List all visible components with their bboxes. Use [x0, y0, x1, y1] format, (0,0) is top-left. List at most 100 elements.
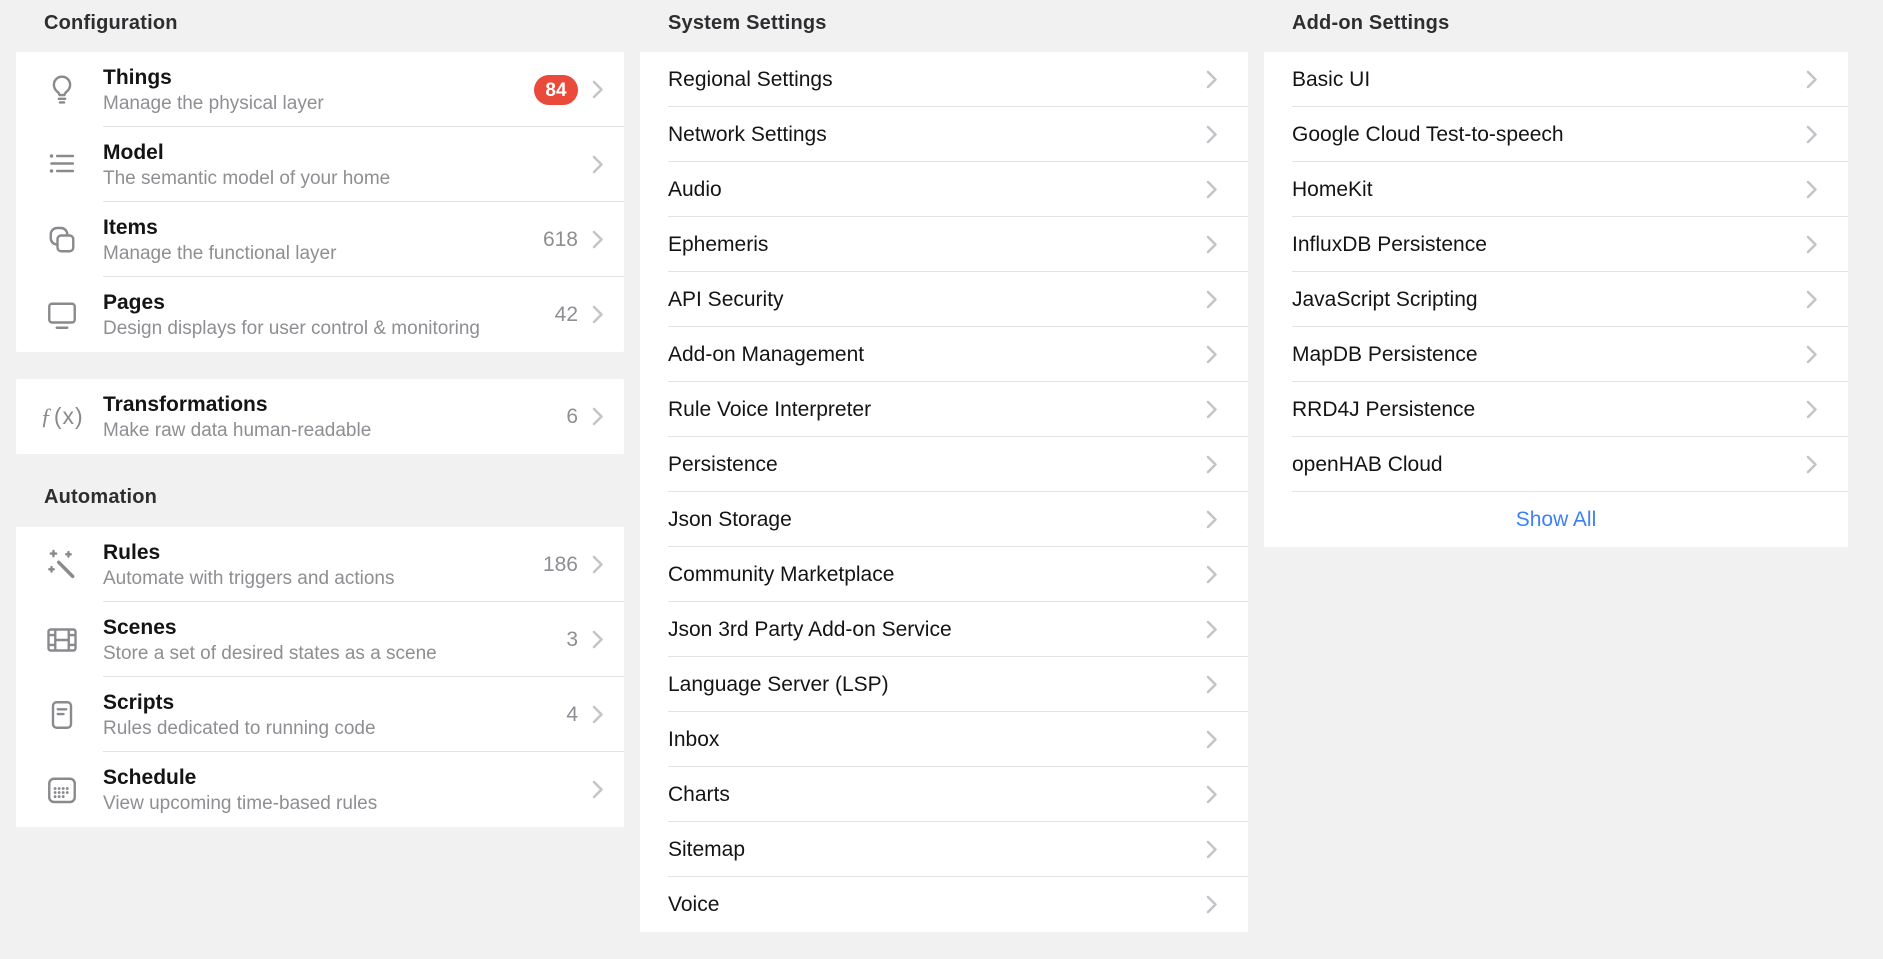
- addon-settings-header: Add-on Settings: [1292, 12, 1848, 35]
- row-label: Charts: [668, 783, 730, 807]
- system-setting-row-9[interactable]: Community Marketplace: [640, 547, 1248, 602]
- chevron-right-icon: [592, 407, 604, 426]
- config-item-things[interactable]: Things Manage the physical layer 84: [16, 52, 624, 127]
- item-desc: Make raw data human-readable: [103, 418, 566, 443]
- chevron-right-icon: [1806, 235, 1818, 254]
- item-desc: Store a set of desired states as a scene: [103, 641, 566, 666]
- item-label: Rules: [103, 539, 543, 566]
- item-label: Transformations: [103, 391, 566, 418]
- row-label: Community Marketplace: [668, 563, 894, 587]
- chevron-right-icon: [1206, 180, 1218, 199]
- item-count: 3: [566, 628, 578, 652]
- automation-card: Rules Automate with triggers and actions…: [16, 527, 624, 827]
- chevron-right-icon: [1206, 455, 1218, 474]
- chevron-right-icon: [1806, 290, 1818, 309]
- chevron-right-icon: [592, 80, 604, 99]
- system-setting-row-2[interactable]: Audio: [640, 162, 1248, 217]
- chevron-right-icon: [1206, 620, 1218, 639]
- row-label: MapDB Persistence: [1292, 343, 1478, 367]
- config-item-items[interactable]: Items Manage the functional layer 618: [16, 202, 624, 277]
- item-desc: Manage the functional layer: [103, 241, 543, 266]
- system-setting-row-0[interactable]: Regional Settings: [640, 52, 1248, 107]
- system-setting-row-8[interactable]: Json Storage: [640, 492, 1248, 547]
- row-label: Voice: [668, 893, 719, 917]
- item-label: Things: [103, 64, 534, 91]
- addon-setting-row-7[interactable]: openHAB Cloud: [1264, 437, 1848, 492]
- addon-setting-row-2[interactable]: HomeKit: [1264, 162, 1848, 217]
- chevron-right-icon: [592, 555, 604, 574]
- model-tree-icon: [44, 147, 80, 183]
- item-desc: Automate with triggers and actions: [103, 566, 543, 591]
- item-label: Items: [103, 214, 543, 241]
- system-setting-row-4[interactable]: API Security: [640, 272, 1248, 327]
- chevron-right-icon: [592, 705, 604, 724]
- system-setting-row-14[interactable]: Sitemap: [640, 822, 1248, 877]
- item-count: 6: [566, 405, 578, 429]
- config-item-transformations[interactable]: ƒ(x) Transformations Make raw data human…: [16, 379, 624, 454]
- row-label: RRD4J Persistence: [1292, 398, 1475, 422]
- chevron-right-icon: [1206, 345, 1218, 364]
- row-label: Regional Settings: [668, 68, 833, 92]
- chevron-right-icon: [1806, 70, 1818, 89]
- item-desc: Rules dedicated to running code: [103, 716, 566, 741]
- system-settings-header: System Settings: [668, 12, 1248, 35]
- transformations-card: ƒ(x) Transformations Make raw data human…: [16, 379, 624, 454]
- addon-setting-row-3[interactable]: InfluxDB Persistence: [1264, 217, 1848, 272]
- system-setting-row-12[interactable]: Inbox: [640, 712, 1248, 767]
- divider: [1292, 491, 1848, 492]
- chevron-right-icon: [1206, 840, 1218, 859]
- pages-display-icon: [44, 297, 80, 333]
- addon-setting-row-1[interactable]: Google Cloud Test-to-speech: [1264, 107, 1848, 162]
- chevron-right-icon: [1206, 510, 1218, 529]
- chevron-right-icon: [592, 230, 604, 249]
- automation-item-scripts[interactable]: Scripts Rules dedicated to running code …: [16, 677, 624, 752]
- row-label: HomeKit: [1292, 178, 1373, 202]
- row-label: Network Settings: [668, 123, 827, 147]
- system-settings-column: System Settings Regional Settings Networ…: [640, 0, 1248, 932]
- row-label: Persistence: [668, 453, 778, 477]
- chevron-right-icon: [1806, 180, 1818, 199]
- configuration-column: Configuration Things Manage the physical…: [16, 0, 624, 827]
- row-label: Google Cloud Test-to-speech: [1292, 123, 1564, 147]
- system-setting-row-13[interactable]: Charts: [640, 767, 1248, 822]
- addon-setting-row-6[interactable]: RRD4J Persistence: [1264, 382, 1848, 437]
- item-count: 618: [543, 228, 578, 252]
- show-all-link[interactable]: Show All: [1264, 492, 1848, 547]
- rules-wand-icon: [44, 547, 80, 583]
- addon-setting-row-5[interactable]: MapDB Persistence: [1264, 327, 1848, 382]
- system-setting-row-1[interactable]: Network Settings: [640, 107, 1248, 162]
- item-desc: Manage the physical layer: [103, 91, 534, 116]
- item-label: Pages: [103, 289, 555, 316]
- row-label: Json 3rd Party Add-on Service: [668, 618, 952, 642]
- row-label: Json Storage: [668, 508, 792, 532]
- system-setting-row-11[interactable]: Language Server (LSP): [640, 657, 1248, 712]
- fx-transformations-icon: ƒ(x): [44, 399, 80, 435]
- system-setting-row-7[interactable]: Persistence: [640, 437, 1248, 492]
- row-label: Add-on Management: [668, 343, 864, 367]
- automation-header: Automation: [44, 486, 624, 509]
- row-label: API Security: [668, 288, 784, 312]
- system-setting-row-5[interactable]: Add-on Management: [640, 327, 1248, 382]
- automation-item-scenes[interactable]: Scenes Store a set of desired states as …: [16, 602, 624, 677]
- schedule-calendar-icon: [44, 772, 80, 808]
- config-item-model[interactable]: Model The semantic model of your home: [16, 127, 624, 202]
- automation-item-rules[interactable]: Rules Automate with triggers and actions…: [16, 527, 624, 602]
- chevron-right-icon: [1806, 345, 1818, 364]
- addon-setting-row-0[interactable]: Basic UI: [1264, 52, 1848, 107]
- config-item-pages[interactable]: Pages Design displays for user control &…: [16, 277, 624, 352]
- system-setting-row-15[interactable]: Voice: [640, 877, 1248, 932]
- scenes-film-icon: [44, 622, 80, 658]
- system-setting-row-3[interactable]: Ephemeris: [640, 217, 1248, 272]
- row-label: Inbox: [668, 728, 719, 752]
- chevron-right-icon: [1206, 400, 1218, 419]
- system-setting-row-6[interactable]: Rule Voice Interpreter: [640, 382, 1248, 437]
- automation-item-schedule[interactable]: Schedule View upcoming time-based rules: [16, 752, 624, 827]
- item-count: 186: [543, 553, 578, 577]
- system-setting-row-10[interactable]: Json 3rd Party Add-on Service: [640, 602, 1248, 657]
- item-desc: The semantic model of your home: [103, 166, 592, 191]
- addon-settings-column: Add-on Settings Basic UI Google Cloud Te…: [1264, 0, 1848, 547]
- row-label: Language Server (LSP): [668, 673, 889, 697]
- addon-setting-row-4[interactable]: JavaScript Scripting: [1264, 272, 1848, 327]
- chevron-right-icon: [1206, 730, 1218, 749]
- chevron-right-icon: [1806, 455, 1818, 474]
